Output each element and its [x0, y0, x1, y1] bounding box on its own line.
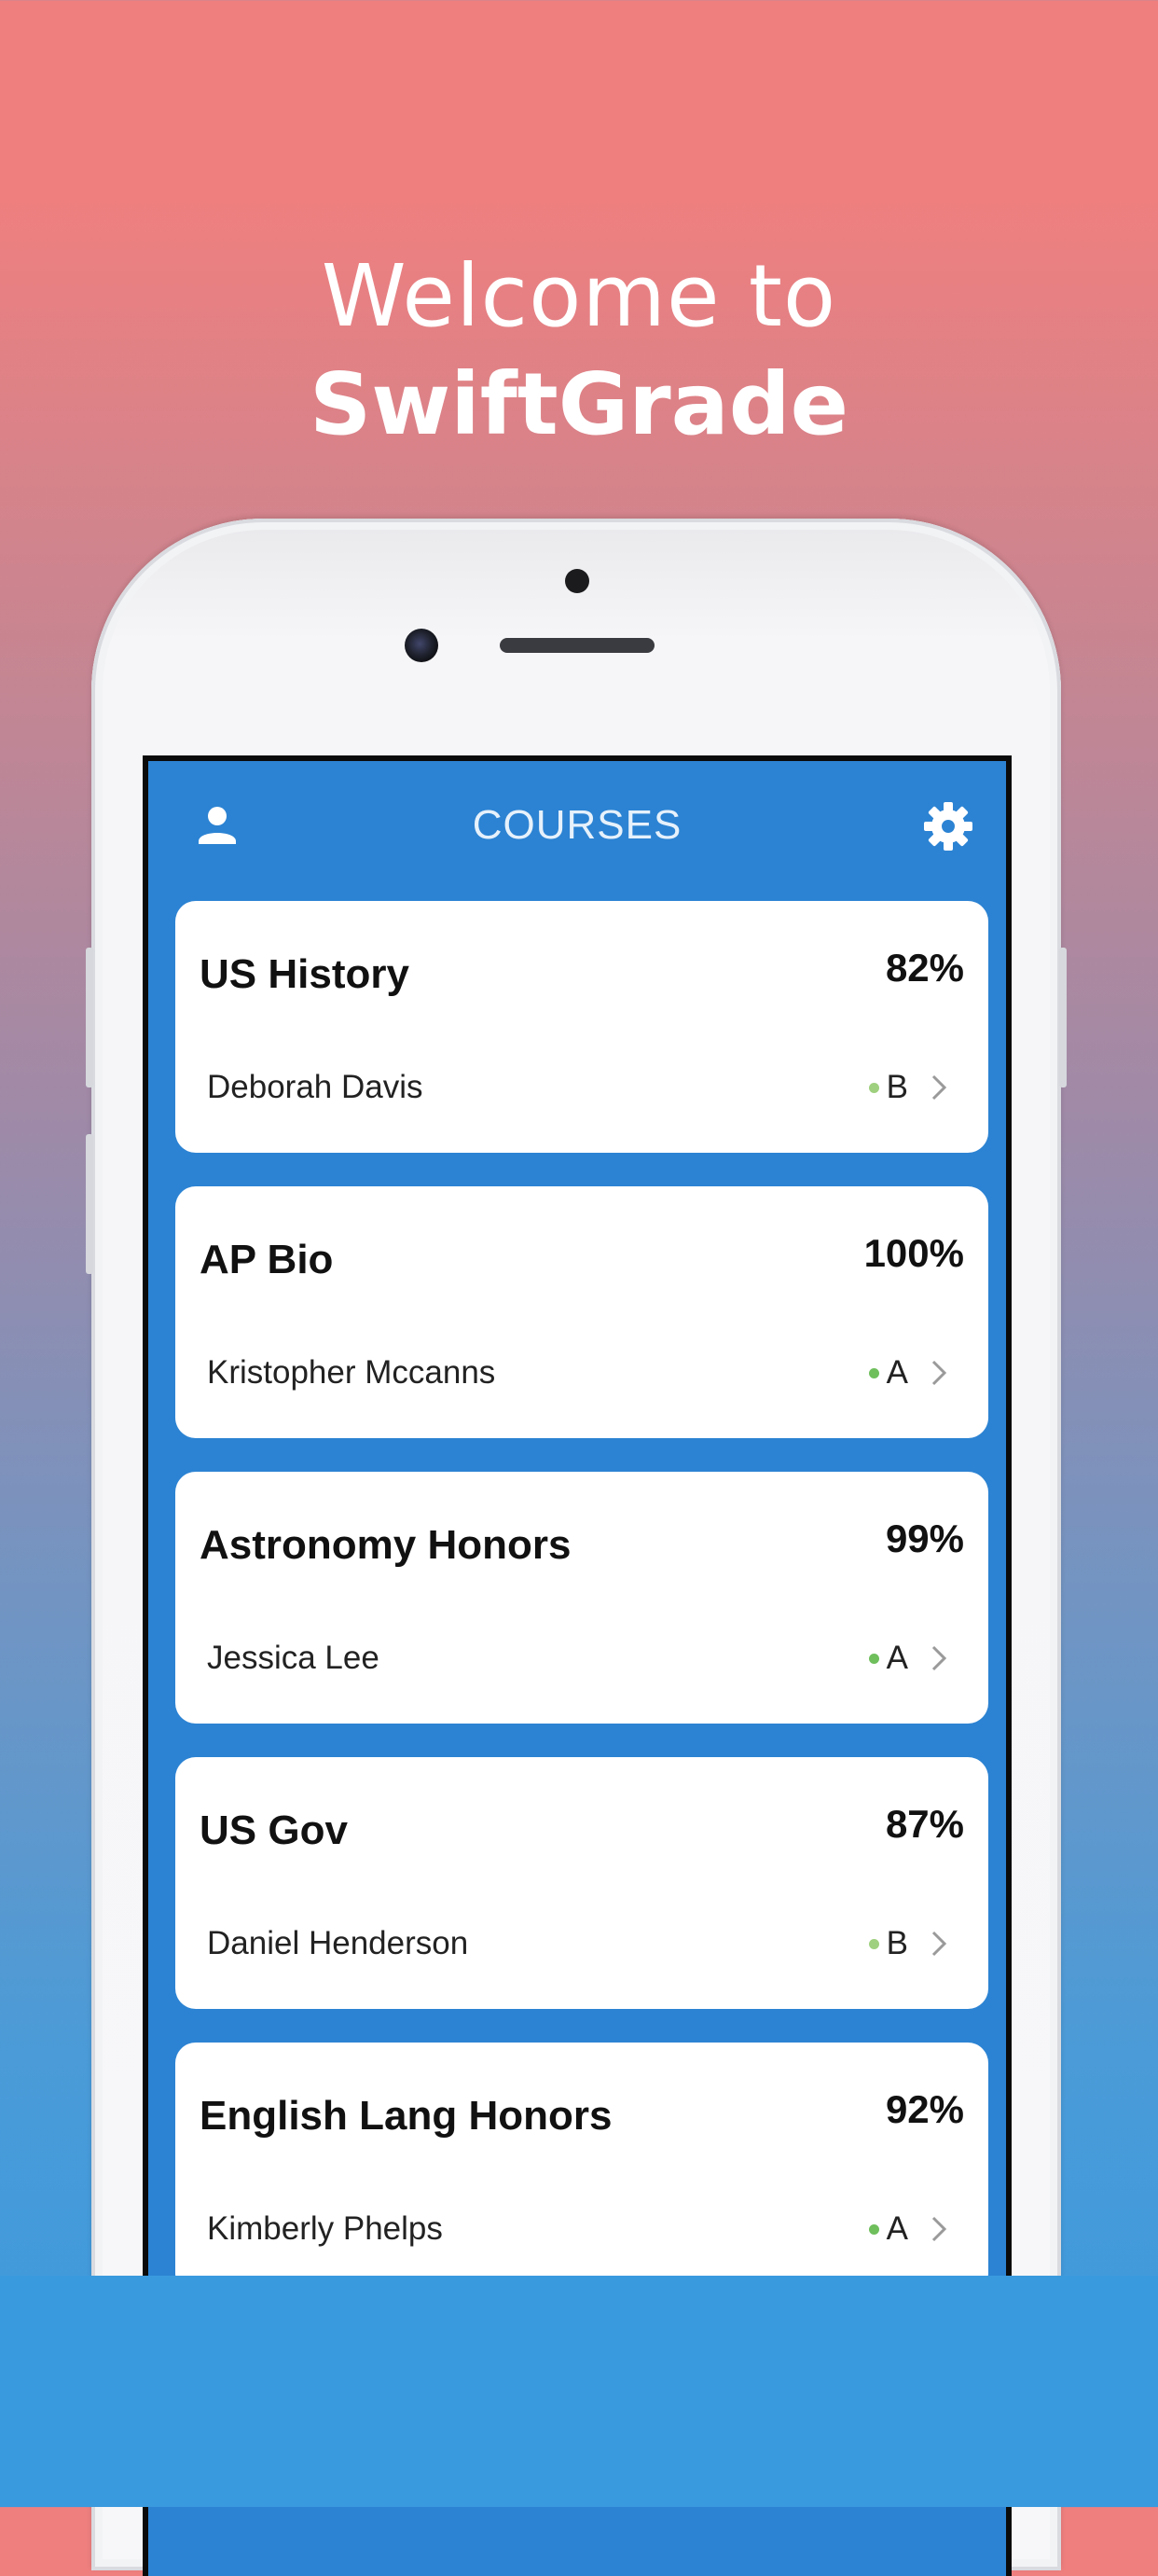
- grade-indicator: A: [868, 1350, 947, 1395]
- proximity-sensor: [565, 569, 589, 593]
- course-card[interactable]: AP Bio 100% Kristopher Mccanns A: [175, 1186, 988, 1438]
- nav-bar: COURSES: [148, 761, 1006, 892]
- grade-indicator: B: [868, 1065, 947, 1110]
- course-card[interactable]: US Gov 87% Daniel Henderson B: [175, 1757, 988, 2009]
- bottom-background: [0, 2276, 1158, 2507]
- chevron-right-icon: [931, 2216, 947, 2242]
- course-percent: 100%: [863, 1231, 964, 1275]
- grade-indicator: A: [868, 2207, 947, 2251]
- chevron-right-icon: [931, 1931, 947, 1957]
- gear-icon[interactable]: [922, 800, 974, 852]
- teacher-name: Kimberly Phelps: [207, 2210, 443, 2247]
- teacher-name: Deborah Davis: [207, 1069, 423, 1105]
- course-name: English Lang Honors: [200, 2093, 613, 2139]
- chevron-right-icon: [931, 1074, 947, 1101]
- teacher-name: Kristopher Mccanns: [207, 1354, 496, 1391]
- grade-status-dot: [868, 2223, 879, 2235]
- letter-grade: A: [886, 1354, 908, 1391]
- teacher-name: Daniel Henderson: [207, 1925, 469, 1961]
- phone-side-button: [86, 948, 93, 1087]
- letter-grade: B: [886, 1925, 908, 1961]
- letter-grade: B: [886, 1069, 908, 1105]
- course-card[interactable]: US History 82% Deborah Davis B: [175, 901, 988, 1153]
- letter-grade: A: [886, 1640, 908, 1676]
- grade-indicator: A: [868, 1636, 947, 1681]
- phone-side-button: [86, 1134, 93, 1274]
- front-camera: [405, 629, 438, 662]
- course-name: AP Bio: [200, 1237, 334, 1282]
- course-name: US Gov: [200, 1807, 348, 1853]
- course-percent: 92%: [885, 2087, 964, 2131]
- grade-status-dot: [868, 1653, 879, 1664]
- course-card[interactable]: Astronomy Honors 99% Jessica Lee A: [175, 1472, 988, 1724]
- phone-frame: COURSES US History 82% Deborah Davis B A…: [86, 519, 1067, 2576]
- course-card[interactable]: English Lang Honors 92% Kimberly Phelps …: [175, 2043, 988, 2294]
- course-name: US History: [200, 951, 409, 997]
- headline-welcome: Welcome to: [321, 246, 837, 346]
- grade-status-dot: [868, 1367, 879, 1378]
- course-percent: 99%: [885, 1517, 964, 1560]
- grade-indicator: B: [868, 1921, 947, 1966]
- grade-status-dot: [868, 1938, 879, 1949]
- course-percent: 87%: [885, 1802, 964, 1846]
- earpiece-speaker: [500, 638, 655, 653]
- grade-status-dot: [868, 1082, 879, 1093]
- course-name: Astronomy Honors: [200, 1522, 572, 1568]
- letter-grade: A: [886, 2210, 908, 2247]
- teacher-name: Jessica Lee: [207, 1640, 379, 1676]
- page-title: COURSES: [472, 802, 682, 848]
- headline: Welcome to SwiftGrade: [0, 242, 1158, 459]
- chevron-right-icon: [931, 1645, 947, 1671]
- chevron-right-icon: [931, 1360, 947, 1386]
- headline-app-name: SwiftGrade: [309, 354, 848, 454]
- phone-side-button: [1059, 948, 1067, 1087]
- course-percent: 82%: [885, 946, 964, 990]
